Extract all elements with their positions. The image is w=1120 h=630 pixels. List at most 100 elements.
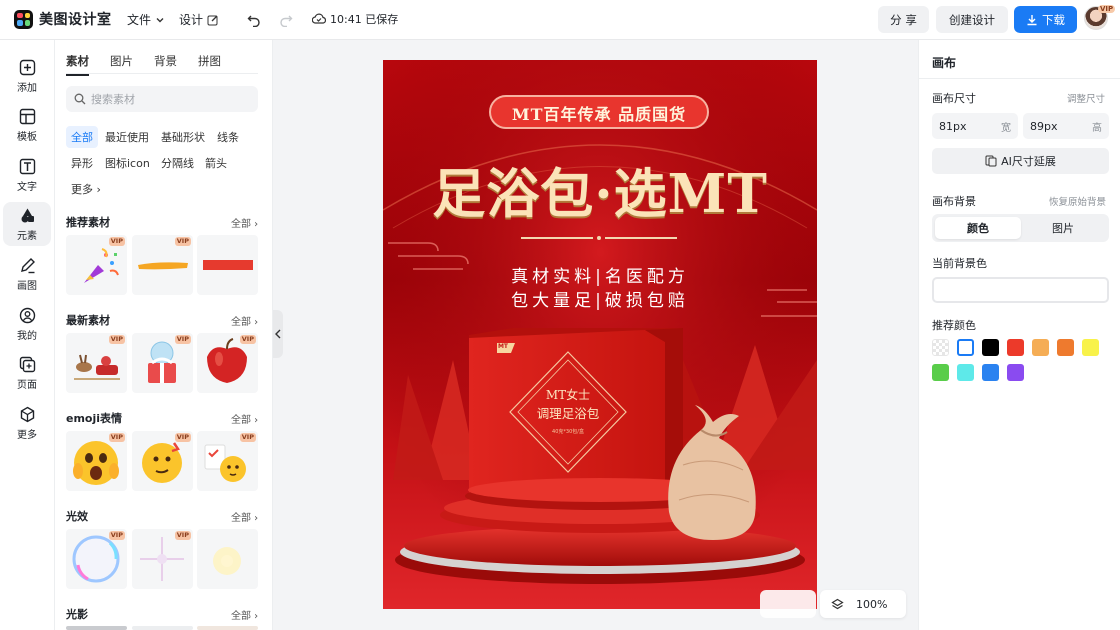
rail-item-draw[interactable]: 画图 <box>3 252 51 296</box>
divider <box>919 78 1120 79</box>
rail-item-more[interactable]: 更多 <box>3 401 51 445</box>
asset-thumb-shadow[interactable] <box>132 626 193 630</box>
asset-thumb-sparkle[interactable]: VIP <box>132 529 193 589</box>
redo-button[interactable] <box>276 10 296 30</box>
rail-item-label: 页面 <box>17 379 37 391</box>
asset-thumb-emoji-checklist[interactable]: VIP <box>197 431 258 491</box>
vip-badge: VIP <box>174 531 191 540</box>
user-icon <box>19 307 35 323</box>
design-menu-label: 设计 <box>179 13 204 27</box>
swatch-yellow[interactable] <box>1082 339 1099 356</box>
chip-irregular[interactable]: 异形 <box>66 152 98 174</box>
section-all-link[interactable]: 全部 › <box>231 509 258 524</box>
poster-line-2[interactable]: 包大量足|破损包赔 <box>383 286 817 311</box>
canvas-toolbar <box>760 590 816 618</box>
asset-thumb-brush-stroke[interactable]: VIP <box>132 235 193 295</box>
section-all-link[interactable]: 全部 › <box>231 607 258 622</box>
design-canvas[interactable]: MT百年传承 品质国货 足浴包·选MT 真材实料|名医配方 包大量足|破损包赔 … <box>383 60 817 609</box>
current-bg-color[interactable] <box>932 277 1109 303</box>
height-field[interactable]: 89px 高 <box>1023 113 1109 139</box>
rail-item-add[interactable]: 添加 <box>3 54 51 98</box>
section-title: 光效 <box>66 510 88 523</box>
search-input[interactable]: 搜索素材 <box>66 86 258 112</box>
bg-type-color[interactable]: 颜色 <box>935 217 1021 239</box>
asset-thumb-reindeer-sleigh[interactable]: VIP <box>66 333 127 393</box>
canvas-size-label: 画布尺寸 <box>932 92 976 105</box>
top-bar: 美图设计室 文件 设计 10:41 已保存 分 享 创建设计 下载 VIP <box>0 0 1120 40</box>
asset-thumb-shadow[interactable] <box>197 626 258 630</box>
zoom-control[interactable]: 100% <box>820 590 906 618</box>
rail-item-label: 元素 <box>17 230 37 242</box>
asset-thumb-red-apple[interactable]: VIP <box>197 333 258 393</box>
ai-expand-icon <box>985 155 997 167</box>
box-title-1: MT女士 <box>545 388 591 402</box>
chip-recent[interactable]: 最近使用 <box>100 126 154 148</box>
create-design-button[interactable]: 创建设计 <box>936 6 1008 33</box>
undo-button[interactable] <box>244 10 264 30</box>
recommended-colors-label: 推荐颜色 <box>932 319 976 332</box>
asset-thumb-emoji-thinking[interactable]: VIP <box>132 431 193 491</box>
swatch-blue[interactable] <box>982 364 999 381</box>
asset-thumb-bubble[interactable]: VIP <box>66 529 127 589</box>
swatch-cyan[interactable] <box>957 364 974 381</box>
chip-basic-shapes[interactable]: 基础形状 <box>156 126 210 148</box>
file-menu-label: 文件 <box>127 13 152 27</box>
chip-dividers[interactable]: 分隔线 <box>156 152 199 174</box>
box-small-text: 40克*30包/盒 <box>552 429 584 435</box>
resize-link[interactable]: 调整尺寸 <box>1067 91 1105 105</box>
asset-thumb-party-popper[interactable]: VIP <box>66 235 127 295</box>
redo-icon <box>280 15 293 27</box>
rail-item-template[interactable]: 模板 <box>3 103 51 147</box>
rail-item-page[interactable]: 页面 <box>3 351 51 395</box>
section-all-link[interactable]: 全部 › <box>231 215 258 230</box>
swatch-transparent[interactable] <box>932 339 949 356</box>
vip-badge: VIP <box>108 237 125 246</box>
rail-item-mine[interactable]: 我的 <box>3 302 51 346</box>
app-logo[interactable]: 美图设计室 <box>14 9 112 29</box>
swatch-light-orange[interactable] <box>1032 339 1049 356</box>
chip-lines[interactable]: 线条 <box>212 126 244 148</box>
poster-banner-text[interactable]: MT百年传承 品质国货 <box>490 101 708 125</box>
asset-thumb-red-bar[interactable] <box>197 235 258 295</box>
swatch-purple[interactable] <box>1007 364 1024 381</box>
chip-arrows[interactable]: 箭头 <box>200 152 232 174</box>
chip-more[interactable]: 更多 › <box>66 178 106 200</box>
section-all-link[interactable]: 全部 › <box>231 313 258 328</box>
download-button[interactable]: 下载 <box>1014 6 1077 33</box>
chip-all[interactable]: 全部 <box>66 126 98 148</box>
pen-icon <box>20 257 35 273</box>
search-icon <box>74 93 86 105</box>
asset-thumb-glow[interactable] <box>197 529 258 589</box>
swatch-white[interactable] <box>957 339 974 356</box>
vip-badge: VIP <box>174 433 191 442</box>
poster-line-1[interactable]: 真材实料|名医配方 <box>383 262 817 287</box>
swatch-green[interactable] <box>932 364 949 381</box>
search-placeholder: 搜索素材 <box>91 93 135 106</box>
swatch-orange[interactable] <box>1057 339 1074 356</box>
file-menu[interactable]: 文件 <box>127 11 165 28</box>
rail-item-text[interactable]: 文字 <box>3 153 51 197</box>
width-field[interactable]: 81px 宽 <box>932 113 1018 139</box>
design-menu[interactable]: 设计 <box>179 11 219 28</box>
chip-icons[interactable]: 图标icon <box>100 152 155 174</box>
asset-thumb-shadow[interactable] <box>66 626 127 630</box>
section-all-link[interactable]: 全部 › <box>231 411 258 426</box>
bg-type-toggle: 颜色 图片 <box>932 214 1109 242</box>
share-button[interactable]: 分 享 <box>878 6 929 33</box>
bg-type-image[interactable]: 图片 <box>1020 217 1106 239</box>
swatch-black[interactable] <box>982 339 999 356</box>
zoom-level[interactable]: 100% <box>856 598 887 611</box>
section-title: 推荐素材 <box>66 216 110 229</box>
logo-icon <box>14 9 33 29</box>
asset-thumb-snow-globe-gift[interactable]: VIP <box>132 333 193 393</box>
swatch-red[interactable] <box>1007 339 1024 356</box>
rail-item-elements[interactable]: 元素 <box>3 202 51 246</box>
ai-resize-button[interactable]: AI尺寸延展 <box>932 148 1109 174</box>
asset-thumb-emoji-shocked[interactable]: VIP <box>66 431 127 491</box>
plus-square-icon <box>19 59 35 75</box>
poster-headline[interactable]: 足浴包·选MT <box>383 152 817 228</box>
vip-badge: VIP <box>108 433 125 442</box>
reset-bg-link[interactable]: 恢复原始背景 <box>1049 194 1106 208</box>
vip-badge: VIP <box>239 335 256 344</box>
collapse-panel-button[interactable] <box>273 310 283 358</box>
